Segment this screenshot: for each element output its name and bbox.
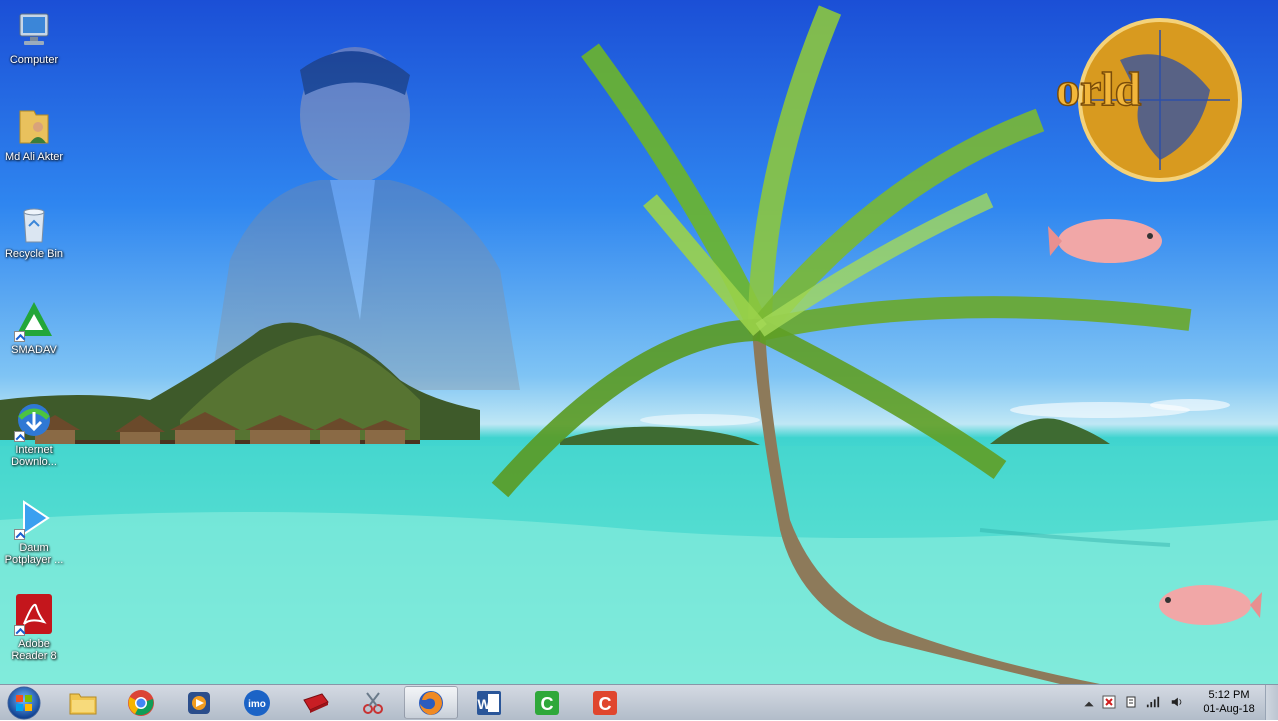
start-button[interactable]: [4, 686, 44, 719]
potplayer-icon: [12, 496, 56, 540]
desktop-icon-label: Computer: [9, 54, 59, 66]
show-hidden-icons-arrow[interactable]: [1082, 697, 1096, 711]
red-book-icon: [303, 692, 329, 713]
globe-logo-text: orld: [1056, 63, 1142, 116]
desktop-icon-smadav[interactable]: SMADAV: [0, 298, 68, 356]
taskbar-imo[interactable]: imo: [230, 686, 284, 719]
taskbar-book-app[interactable]: [288, 686, 342, 719]
desktop-icon-idm[interactable]: Internet Downlo...: [0, 398, 68, 468]
alert-flag-icon[interactable]: [1102, 695, 1116, 709]
fish-icon: [1048, 219, 1162, 263]
taskbar-media-player[interactable]: [172, 686, 226, 719]
shortcut-arrow-icon: [14, 529, 25, 540]
taskbar-file-explorer[interactable]: [56, 686, 110, 719]
windows-start-icon: [7, 686, 41, 719]
desktop-icon-recycle-bin[interactable]: Recycle Bin: [0, 202, 68, 260]
taskbar-camtasia-green[interactable]: C: [520, 686, 574, 719]
desktop-icon-label: Md Ali Akter: [4, 151, 64, 163]
imo-icon-text: imo: [248, 699, 266, 710]
camtasia-red-icon: C: [593, 690, 617, 715]
folder-icon: [69, 693, 97, 714]
word-icon-text: W: [477, 696, 491, 712]
camtasia-red-icon-text: C: [599, 694, 612, 714]
computer-icon: [12, 8, 56, 52]
system-clock[interactable]: 5:12 PM 01-Aug-18: [1200, 688, 1258, 716]
wallpaper: orld: [0, 5, 1278, 684]
adobe-reader-icon: [12, 592, 56, 636]
shortcut-arrow-icon: [14, 625, 25, 636]
taskbar-snipping-tool[interactable]: [346, 686, 400, 719]
network-signal-icon[interactable]: [1146, 695, 1160, 709]
camtasia-green-icon-text: C: [541, 694, 554, 714]
clock-date: 01-Aug-18: [1203, 703, 1255, 715]
desktop-icon-label: Internet Downlo...: [11, 444, 57, 468]
desktop-icon-computer[interactable]: Computer: [0, 8, 68, 66]
word-icon: W: [477, 690, 501, 715]
desktop-icon-label: SMADAV: [11, 344, 57, 356]
desktop[interactable]: orld Computer Md Ali Akter Recycle Bin S…: [0, 0, 1278, 684]
taskbar-camtasia-red[interactable]: C: [578, 686, 632, 719]
shortcut-arrow-icon: [14, 331, 25, 342]
internet-download-manager-icon: [12, 398, 56, 442]
taskbar: imo W C C 5:12 PM 01-Aug-18: [0, 684, 1278, 720]
shortcut-arrow-icon: [14, 431, 25, 442]
clock-time: 5:12 PM: [1208, 689, 1250, 701]
action-center-icon[interactable]: [1124, 695, 1138, 709]
world-globe: orld: [1055, 18, 1242, 182]
scissors-icon: [363, 691, 383, 714]
desktop-icon-adobe-reader[interactable]: Adobe Reader 8: [0, 592, 68, 662]
smadav-icon: [12, 298, 56, 342]
firefox-icon: [419, 690, 443, 715]
volume-icon[interactable]: [1170, 695, 1184, 709]
recycle-bin-icon: [12, 202, 56, 246]
show-desktop-button[interactable]: [1265, 685, 1278, 720]
taskbar-firefox[interactable]: [404, 686, 458, 719]
imo-icon: imo: [244, 689, 270, 716]
desktop-icon-label: Daum Potplayer ...: [4, 542, 64, 566]
user-folder-icon: [12, 105, 56, 149]
desktop-icon-label: Adobe Reader 8: [11, 638, 57, 662]
desktop-icon-potplayer[interactable]: Daum Potplayer ...: [0, 496, 68, 566]
taskbar-word[interactable]: W: [462, 686, 516, 719]
media-player-icon: [188, 691, 210, 714]
desktop-icon-user-folder[interactable]: Md Ali Akter: [0, 105, 68, 163]
camtasia-green-icon: C: [535, 690, 559, 715]
desktop-icon-label: Recycle Bin: [4, 248, 64, 260]
taskbar-chrome[interactable]: [114, 686, 168, 719]
chrome-icon: [128, 689, 154, 716]
